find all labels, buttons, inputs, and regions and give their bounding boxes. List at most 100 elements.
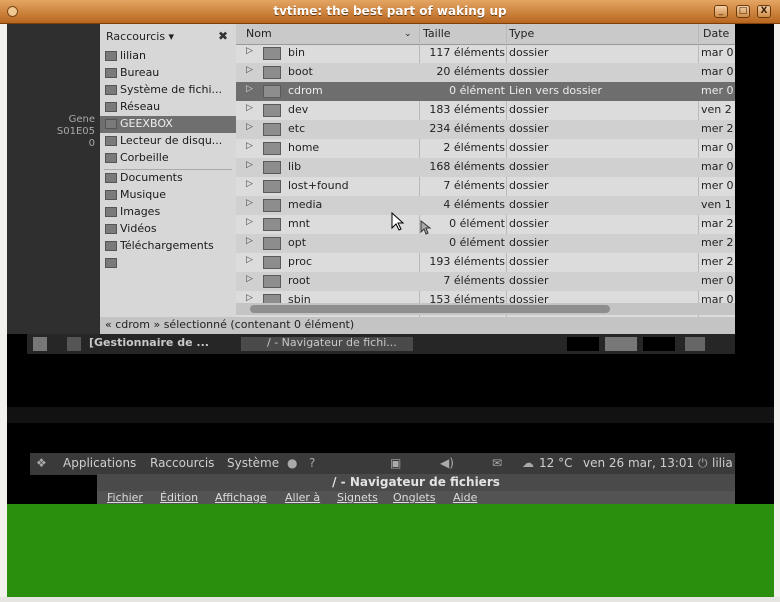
sidebar-item-filesystem[interactable]: Système de fichi...	[100, 82, 236, 99]
weather-icon[interactable]: ☁	[522, 456, 534, 470]
sidebar-item-geexbox[interactable]: GEEXBOX	[100, 116, 236, 133]
show-desktop-icon[interactable]	[33, 337, 47, 351]
scrollbar-thumb[interactable]	[250, 305, 610, 313]
table-row[interactable]: ▷ sbin 153 éléments dossier mar 0	[236, 291, 735, 303]
sidebar-item-lilian[interactable]: lilian	[100, 48, 236, 65]
screen-icon[interactable]: ▣	[390, 456, 401, 470]
pictures-icon	[105, 207, 117, 217]
sidebar-item-bureau[interactable]: Bureau	[100, 65, 236, 82]
table-row[interactable]: ▷ root 7 éléments dossier mer 0	[236, 272, 735, 291]
trash-applet-icon[interactable]	[685, 337, 705, 351]
expander-icon[interactable]: ▷	[246, 217, 253, 227]
expander-icon[interactable]: ▷	[246, 103, 253, 113]
expander-icon[interactable]: ▷	[246, 46, 253, 56]
table-row[interactable]: ▷ boot 20 éléments dossier mar 0	[236, 63, 735, 82]
expander-icon[interactable]: ▷	[246, 236, 253, 246]
column-name[interactable]: Nom	[246, 27, 272, 40]
expander-icon[interactable]: ▷	[246, 122, 253, 132]
locked-folder-icon	[263, 180, 281, 193]
sidebar-item-videos[interactable]: Vidéos	[100, 221, 236, 238]
sidebar-item-disc-drive[interactable]: Lecteur de disqu...	[100, 133, 236, 150]
column-date[interactable]: Date	[703, 27, 729, 40]
expander-icon[interactable]: ▷	[246, 198, 253, 208]
table-row[interactable]: ▷ dev 183 éléments dossier ven 2	[236, 101, 735, 120]
sidebar-item-images[interactable]: Images	[100, 204, 236, 221]
sidebar-header[interactable]: Raccourcis ▾	[106, 30, 174, 43]
menu-onglets[interactable]: Onglets	[393, 491, 435, 504]
overlay-text-1: Gene	[68, 114, 95, 125]
maximize-button[interactable]: □	[736, 5, 750, 18]
expander-icon[interactable]: ▷	[246, 160, 253, 170]
sidebar-item-network[interactable]: Réseau	[100, 99, 236, 116]
menu-raccourcis[interactable]: Raccourcis	[150, 456, 214, 470]
expander-icon[interactable]: ▷	[246, 84, 253, 94]
expander-icon[interactable]: ▷	[246, 179, 253, 189]
locked-folder-icon	[263, 275, 281, 288]
table-row[interactable]: ▷ opt 0 élément dossier mer 2	[236, 234, 735, 253]
network-icon	[105, 102, 117, 112]
folder-icon	[105, 173, 117, 183]
volume-icon[interactable]: ◀)	[440, 456, 454, 470]
table-row[interactable]: ▷ home 2 éléments dossier mar 0	[236, 139, 735, 158]
gnome-foot-icon[interactable]: ❖	[36, 456, 47, 470]
table-row[interactable]: ▷ mnt 0 élément dossier mar 2	[236, 215, 735, 234]
folder-icon	[263, 199, 281, 212]
workspace-1[interactable]	[567, 337, 599, 351]
status-bar: « cdrom » sélectionné (contenant 0 éléme…	[100, 317, 735, 334]
menu-aller[interactable]: Aller à	[285, 491, 320, 504]
menu-signets[interactable]: Signets	[337, 491, 378, 504]
menu-systeme[interactable]: Système	[227, 456, 279, 470]
folder-link-icon	[263, 85, 281, 98]
desktop-icon	[105, 68, 117, 78]
temperature[interactable]: 12 °C	[539, 456, 572, 470]
menu-aide[interactable]: Aide	[453, 491, 477, 504]
close-button[interactable]: X	[757, 5, 771, 18]
mail-icon[interactable]: ✉	[492, 456, 502, 470]
table-row[interactable]: ▷ lost+found 7 éléments dossier mer 0	[236, 177, 735, 196]
table-row[interactable]: ▷ bin 117 éléments dossier mar 0	[236, 44, 735, 63]
firefox-icon[interactable]: ●	[287, 456, 297, 470]
horizontal-scrollbar[interactable]	[236, 303, 735, 315]
expander-icon[interactable]: ▷	[246, 293, 253, 303]
workspace-3[interactable]	[643, 337, 675, 351]
title-bar[interactable]: tvtime: the best part of waking up _ □ X	[0, 0, 780, 24]
expander-icon[interactable]: ▷	[246, 274, 253, 284]
folder-icon	[263, 104, 281, 117]
close-icon[interactable]: ✖	[218, 29, 228, 43]
table-row[interactable]: ▷ etc 234 éléments dossier mer 2	[236, 120, 735, 139]
table-row[interactable]: ▷ media 4 éléments dossier ven 1	[236, 196, 735, 215]
power-icon[interactable]: ⏻	[698, 456, 708, 471]
folder-icon	[263, 142, 281, 155]
video-icon	[105, 224, 117, 234]
expander-icon[interactable]: ▷	[246, 255, 253, 265]
window-icon	[67, 337, 81, 351]
sidebar-item-extra[interactable]	[100, 255, 236, 272]
table-row[interactable]: ▷ lib 168 éléments dossier mar 0	[236, 158, 735, 177]
sort-arrow-icon[interactable]: ⌄	[404, 29, 412, 39]
minimize-button[interactable]: _	[714, 5, 728, 18]
clock[interactable]: ven 26 mar, 13:01	[583, 456, 694, 470]
menu-affichage[interactable]: Affichage	[215, 491, 267, 504]
background-desktop: Gene S01E05 0	[7, 24, 100, 334]
column-size[interactable]: Taille	[423, 27, 451, 40]
mouse-cursor-icon	[391, 212, 405, 231]
table-row[interactable]: ▷ proc 193 éléments dossier mer 2	[236, 253, 735, 272]
workspace-2[interactable]	[605, 337, 637, 351]
video-area: Gene S01E05 0 Raccourcis ▾ ✖ lilian Bure…	[7, 24, 774, 597]
overlay-text-3: 0	[88, 138, 95, 149]
help-icon[interactable]: ?	[309, 456, 315, 470]
table-row-selected[interactable]: ▷ cdrom 0 élément Lien vers dossier mer 0	[236, 82, 735, 101]
sidebar-item-downloads[interactable]: Téléchargements	[100, 238, 236, 255]
column-type[interactable]: Type	[509, 27, 534, 40]
folder-icon	[263, 47, 281, 60]
sidebar-item-music[interactable]: Musique	[100, 187, 236, 204]
menu-applications[interactable]: Applications	[63, 456, 136, 470]
expander-icon[interactable]: ▷	[246, 141, 253, 151]
menu-edition[interactable]: Édition	[160, 491, 198, 504]
taskbar-item-manager[interactable]: [Gestionnaire de ...	[89, 336, 209, 352]
sidebar-item-documents[interactable]: Documents	[100, 170, 236, 187]
expander-icon[interactable]: ▷	[246, 65, 253, 75]
sidebar-item-trash[interactable]: Corbeille	[100, 150, 236, 167]
menu-fichier[interactable]: Fichier	[107, 491, 143, 504]
user-name[interactable]: lilia	[712, 456, 733, 470]
